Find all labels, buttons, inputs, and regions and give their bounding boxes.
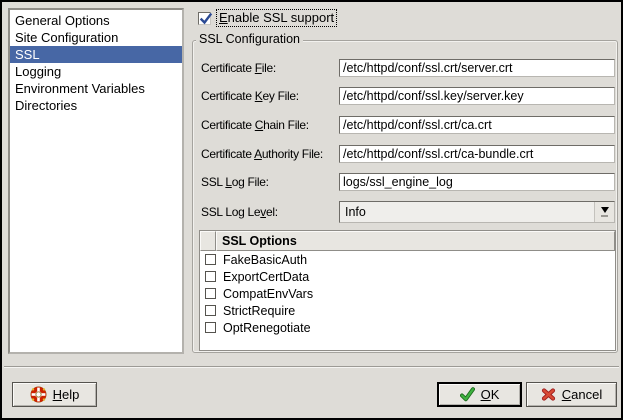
certificate-authority-file-input[interactable] — [339, 145, 615, 163]
sidebar-item-directories[interactable]: Directories — [10, 97, 182, 114]
ssl-log-file-input[interactable] — [339, 173, 615, 191]
certificate-authority-file-label: Certificate Authority File: — [201, 147, 338, 161]
ssl-option-checkbox[interactable] — [205, 271, 216, 282]
certificate-key-file-label: Certificate Key File: — [201, 89, 338, 103]
enable-ssl-row: Enable SSL support — [198, 9, 337, 27]
ssl-option-label: FakeBasicAuth — [223, 253, 307, 267]
checkmark-icon — [199, 12, 213, 26]
ssl-option-checkbox[interactable] — [205, 322, 216, 333]
ssl-option-row: ExportCertData — [200, 268, 615, 285]
sidebar-item-ssl[interactable]: SSL — [10, 46, 182, 63]
sidebar-item-logging[interactable]: Logging — [10, 63, 182, 80]
ssl-option-row: CompatEnvVars — [200, 285, 615, 302]
x-icon — [541, 387, 556, 402]
ssl-options-header-row: SSL Options — [200, 231, 615, 251]
certificate-file-label: Certificate File: — [201, 61, 338, 75]
frame-title: SSL Configuration — [196, 32, 303, 46]
ssl-option-label: StrictRequire — [223, 304, 295, 318]
enable-ssl-label[interactable]: Enable SSL support — [216, 9, 337, 27]
ssl-log-level-combo[interactable]: Info — [339, 201, 615, 223]
certificate-file-input[interactable] — [339, 59, 615, 77]
httpd-config-window: { "window": { "background": "#dedcd7", "… — [0, 0, 623, 420]
ssl-options-header-stub[interactable] — [200, 231, 216, 251]
ssl-option-checkbox[interactable] — [205, 254, 216, 265]
help-button[interactable]: Help — [12, 382, 97, 407]
button-separator — [4, 366, 619, 368]
sidebar-item-general-options[interactable]: General Options — [10, 12, 182, 29]
dropdown-arrow-icon[interactable] — [594, 202, 614, 222]
category-list[interactable]: General OptionsSite ConfigurationSSLLogg… — [8, 8, 184, 354]
ok-button-label: OK — [481, 387, 500, 402]
ssl-log-level-value: Info — [340, 205, 594, 219]
certificate-chain-file-label: Certificate Chain File: — [201, 118, 338, 132]
ssl-log-file-label: SSL Log File: — [201, 175, 338, 189]
ssl-options-header[interactable]: SSL Options — [216, 231, 615, 251]
ssl-option-label: OptRenegotiate — [223, 321, 311, 335]
ssl-configuration-frame: SSL Configuration Certificate File: Cert… — [192, 40, 618, 353]
ssl-option-label: ExportCertData — [223, 270, 309, 284]
ssl-option-label: CompatEnvVars — [223, 287, 313, 301]
certificate-chain-file-input[interactable] — [339, 116, 615, 134]
ok-button[interactable]: OK — [437, 382, 522, 407]
ssl-option-row: StrictRequire — [200, 302, 615, 319]
ssl-options-body: FakeBasicAuth ExportCertData CompatEnvVars… — [200, 251, 615, 336]
ssl-log-level-label: SSL Log Level: — [201, 205, 338, 219]
ssl-options-table: SSL Options FakeBasicAuth ExportCertData C… — [199, 230, 616, 351]
ssl-option-checkbox[interactable] — [205, 305, 216, 316]
cancel-button[interactable]: Cancel — [526, 382, 617, 407]
ssl-option-row: FakeBasicAuth — [200, 251, 615, 268]
cancel-button-label: Cancel — [562, 387, 602, 402]
enable-ssl-checkbox[interactable] — [198, 12, 211, 25]
ssl-option-checkbox[interactable] — [205, 288, 216, 299]
sidebar-item-environment-variables[interactable]: Environment Variables — [10, 80, 182, 97]
sidebar-item-site-configuration[interactable]: Site Configuration — [10, 29, 182, 46]
check-icon — [460, 387, 475, 402]
certificate-key-file-input[interactable] — [339, 87, 615, 105]
lifesaver-icon — [30, 386, 47, 403]
help-button-label: Help — [53, 387, 80, 402]
ssl-option-row: OptRenegotiate — [200, 319, 615, 336]
